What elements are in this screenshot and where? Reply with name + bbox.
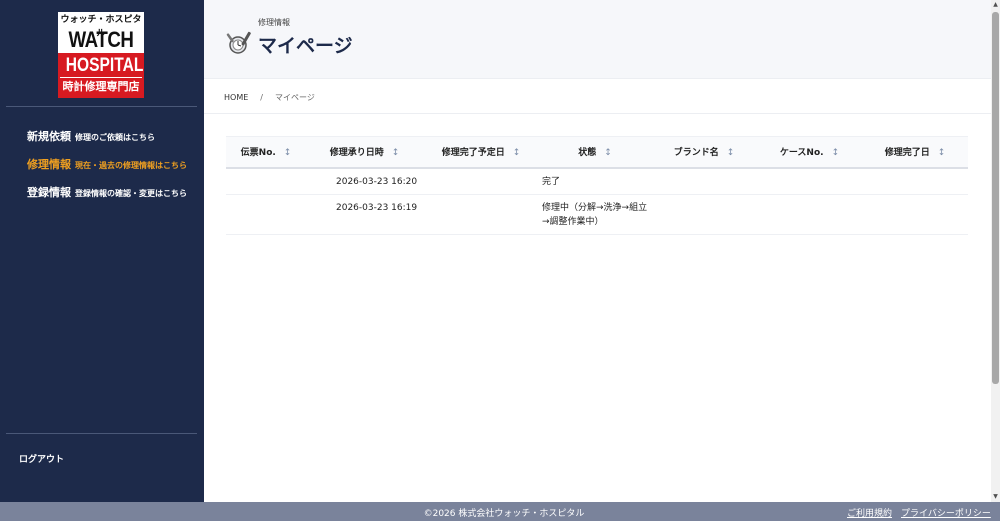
cell-status: 修理中（分解→洗浄→組立→調整作業中）: [539, 194, 651, 235]
breadcrumb-bar: HOME / マイページ: [204, 78, 991, 114]
breadcrumb-separator: /: [260, 93, 263, 102]
column-header-case-no[interactable]: ケースNo. ↕: [757, 137, 862, 168]
sort-icon: ↕: [512, 148, 521, 159]
page-title: マイページ: [258, 35, 353, 57]
logo-red-band: HOSPITAL 時計修理専門店: [58, 53, 144, 98]
table-row[interactable]: 2026-03-23 16:19 修理中（分解→洗浄→組立→調整作業中）: [226, 194, 968, 235]
scroll-down-arrow-icon[interactable]: ▼: [991, 492, 1000, 502]
sort-icon: ↕: [937, 148, 946, 159]
repair-tools-icon: [226, 31, 251, 54]
sidebar: ウォッチ・ホスピタル WATCH HOSPITAL 時計修理専門店 新規依頼 修理…: [0, 0, 204, 502]
cell-case-no: [757, 194, 862, 235]
cell-slip-no: [226, 194, 306, 235]
logo-bottom-text: 時計修理専門店: [60, 77, 142, 94]
logo-hospital-text: HOSPITAL: [65, 55, 144, 76]
sort-icon: ↕: [283, 148, 292, 159]
table-header-row: 伝票No. ↕ 修理承り日時 ↕ 修理完了予定日 ↕ 状態 ↕ ブランド名 ↕ ケースNo…: [226, 136, 968, 168]
sidebar-item-registration-info[interactable]: 登録情報 登録情報の確認・変更はこちら: [27, 181, 187, 200]
column-header-slip-no[interactable]: 伝票No. ↕: [226, 137, 306, 168]
sidebar-item-repair-info[interactable]: 修理情報 現在・過去の修理情報はこちら: [27, 153, 187, 172]
privacy-policy-link[interactable]: プライバシーポリシー: [901, 506, 991, 519]
terms-link[interactable]: ご利用規約: [847, 506, 892, 519]
sidebar-item-sublabel: 修理のご依頼はこちら: [75, 133, 155, 142]
cell-status: 完了: [539, 167, 651, 195]
breadcrumb-current: マイページ: [274, 93, 315, 102]
column-header-completed-date[interactable]: 修理完了日 ↕: [862, 137, 968, 168]
sidebar-divider: [6, 106, 197, 107]
vertical-scrollbar[interactable]: ▲ ▼: [991, 0, 1000, 502]
page-subtitle: 修理情報: [258, 18, 290, 27]
sort-icon: ↕: [726, 148, 735, 159]
cell-completed: [862, 167, 968, 195]
cell-brand: [651, 194, 757, 235]
page-header: 修理情報 マイページ: [204, 0, 991, 78]
footer: ©2026 株式会社ウォッチ・ホスピタル ご利用規約 プライバシーポリシー: [0, 502, 1000, 521]
main-content: 伝票No. ↕ 修理承り日時 ↕ 修理完了予定日 ↕ 状態 ↕ ブランド名 ↕ ケースNo…: [204, 114, 991, 502]
logout-link[interactable]: ログアウト: [19, 452, 64, 465]
logo-watch-text: WATCH: [68, 27, 134, 52]
column-header-received-datetime[interactable]: 修理承り日時 ↕: [306, 137, 423, 168]
sidebar-item-label: 登録情報: [27, 186, 71, 199]
cell-received: 2026-03-23 16:19: [306, 194, 423, 235]
watch-hospital-logo[interactable]: ウォッチ・ホスピタル WATCH HOSPITAL 時計修理専門店: [58, 12, 144, 98]
cell-received: 2026-03-23 16:20: [306, 167, 423, 195]
breadcrumb-home-link[interactable]: HOME: [224, 93, 248, 102]
breadcrumb: HOME / マイページ: [224, 92, 315, 103]
cell-case-no: [757, 167, 862, 195]
column-header-status[interactable]: 状態 ↕: [539, 137, 651, 168]
sort-icon: ↕: [604, 148, 612, 159]
column-header-brand[interactable]: ブランド名 ↕: [651, 137, 757, 168]
sidebar-item-sublabel: 現在・過去の修理情報はこちら: [75, 161, 187, 170]
cell-scheduled: [423, 167, 539, 195]
sidebar-divider: [6, 433, 197, 434]
table-row[interactable]: 2026-03-23 16:20 完了: [226, 167, 968, 195]
sidebar-item-new-request[interactable]: 新規依頼 修理のご依頼はこちら: [27, 125, 155, 144]
sidebar-item-sublabel: 登録情報の確認・変更はこちら: [75, 189, 187, 198]
sort-icon: ↕: [831, 148, 840, 159]
cell-slip-no: [226, 167, 306, 195]
cell-brand: [651, 167, 757, 195]
logo-top-text: ウォッチ・ホスピタル: [60, 15, 142, 39]
cell-completed: [862, 194, 968, 235]
cell-scheduled: [423, 194, 539, 235]
sort-icon: ↕: [391, 148, 400, 159]
column-header-scheduled-date[interactable]: 修理完了予定日 ↕: [423, 137, 539, 168]
sidebar-item-label: 修理情報: [27, 158, 71, 171]
repair-table: 伝票No. ↕ 修理承り日時 ↕ 修理完了予定日 ↕ 状態 ↕ ブランド名 ↕ ケースNo…: [226, 136, 968, 235]
sidebar-item-label: 新規依頼: [27, 130, 71, 143]
scroll-up-arrow-icon[interactable]: ▲: [991, 0, 1000, 10]
scrollbar-thumb[interactable]: [992, 12, 999, 384]
